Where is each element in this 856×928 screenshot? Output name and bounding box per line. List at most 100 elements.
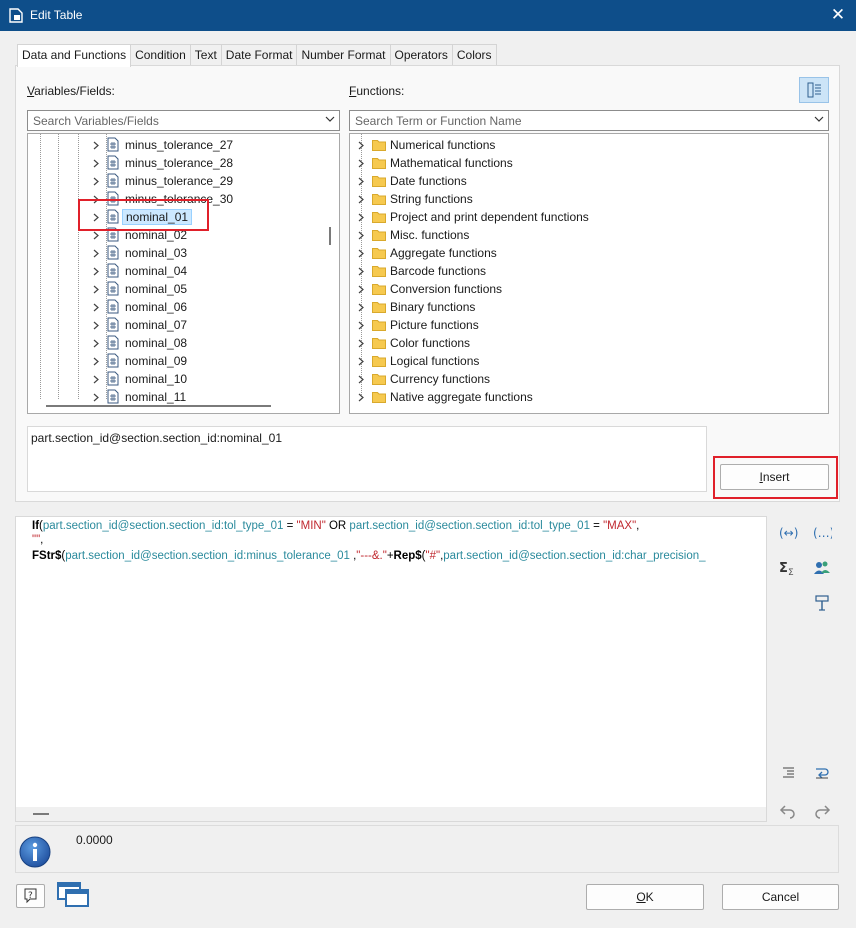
title-bar: Edit Table ✕ [0, 0, 856, 31]
field-document-icon [107, 299, 119, 314]
function-category-label: String functions [390, 192, 473, 206]
horizontal-scrollbar[interactable] [46, 405, 271, 407]
functions-search-input[interactable]: Search Term or Function Name [349, 110, 829, 131]
variable-item-label: nominal_05 [125, 282, 188, 296]
preview-field: part.section_id@section.section_id:nomin… [27, 426, 707, 492]
app-icon [9, 8, 23, 23]
chevron-right-icon[interactable] [358, 285, 365, 294]
function-category-label: Barcode functions [390, 264, 487, 278]
chevron-down-icon[interactable] [814, 114, 824, 124]
tab-date-format[interactable]: Date Format [220, 44, 298, 66]
cancel-button[interactable]: Cancel [722, 884, 839, 910]
help-button[interactable]: ? [16, 884, 45, 908]
tab-colors[interactable]: Colors [451, 44, 497, 66]
chevron-right-icon[interactable] [358, 375, 365, 384]
chevron-right-icon[interactable] [358, 267, 365, 276]
folder-icon [372, 248, 386, 259]
code-line-2: "", [32, 534, 44, 546]
tab-text[interactable]: Text [189, 44, 222, 66]
redo-icon[interactable] [812, 800, 832, 820]
svg-text:Σ: Σ [788, 568, 794, 578]
function-category-label: Misc. functions [390, 228, 470, 242]
tab-number-format[interactable]: Number Format [296, 44, 391, 66]
folder-icon [372, 176, 386, 187]
chevron-right-icon[interactable] [358, 231, 365, 240]
folder-icon [372, 266, 386, 277]
chevron-right-icon[interactable] [358, 303, 365, 312]
wrap-lines-icon[interactable] [812, 763, 832, 783]
insert-parentheses-icon[interactable]: (↔) [778, 523, 798, 543]
tab-operators[interactable]: Operators [389, 44, 453, 66]
chevron-right-icon[interactable] [358, 393, 365, 402]
field-document-icon [107, 317, 119, 332]
undo-icon[interactable] [778, 800, 798, 820]
svg-text:?: ? [28, 891, 33, 901]
help-icon: ? [24, 888, 37, 904]
field-document-icon [107, 173, 119, 188]
chevron-right-icon[interactable] [358, 213, 365, 222]
chevron-right-icon[interactable] [358, 141, 365, 150]
field-document-icon [107, 137, 119, 152]
tab-data-and-functions[interactable]: Data and Functions [17, 44, 132, 67]
variable-item-label: nominal_08 [125, 336, 188, 350]
vertical-scrollbar[interactable] [329, 227, 331, 245]
function-category-label: Numerical functions [390, 138, 496, 152]
format-tool-icon[interactable] [812, 593, 832, 613]
svg-text:Σ: Σ [779, 561, 788, 576]
variable-item-label: minus_tolerance_29 [125, 174, 234, 188]
chevron-right-icon[interactable] [93, 177, 100, 186]
field-document-icon [107, 281, 119, 296]
indent-icon[interactable] [778, 763, 798, 783]
chevron-right-icon[interactable] [93, 321, 100, 330]
chevron-right-icon[interactable] [358, 195, 365, 204]
variable-item-label: nominal_03 [125, 246, 188, 260]
chevron-right-icon[interactable] [93, 303, 100, 312]
function-category-label: Date functions [390, 174, 467, 188]
chevron-right-icon[interactable] [93, 357, 100, 366]
variable-item-label: nominal_04 [125, 264, 188, 278]
folder-icon [372, 140, 386, 151]
chevron-right-icon[interactable] [93, 375, 100, 384]
chevron-right-icon[interactable] [358, 177, 365, 186]
editor-horizontal-scrollbar[interactable] [16, 807, 766, 821]
variables-search-input[interactable]: Search Variables/Fields [27, 110, 340, 131]
folder-icon [372, 158, 386, 169]
functions-tree[interactable]: Numerical functions Mathematical function… [349, 133, 829, 414]
chevron-right-icon[interactable] [358, 249, 365, 258]
chevron-right-icon[interactable] [358, 339, 365, 348]
sum-aggregate-icon[interactable]: Σ Σ [778, 558, 798, 578]
chevron-right-icon[interactable] [358, 357, 365, 366]
chevron-right-icon[interactable] [93, 393, 100, 402]
field-document-icon [107, 263, 119, 278]
users-group-icon[interactable] [812, 558, 832, 578]
chevron-down-icon[interactable] [325, 114, 335, 124]
windows-icon[interactable] [55, 880, 91, 910]
chevron-right-icon[interactable] [93, 159, 100, 168]
view-toggle-button[interactable] [799, 77, 829, 103]
ok-button[interactable]: OK [586, 884, 704, 910]
chevron-right-icon[interactable] [358, 321, 365, 330]
chevron-right-icon[interactable] [93, 267, 100, 276]
tab-condition[interactable]: Condition [130, 44, 191, 66]
function-category-label: Currency functions [390, 372, 491, 386]
field-document-icon [107, 155, 119, 170]
folder-icon [372, 230, 386, 241]
chevron-right-icon[interactable] [93, 249, 100, 258]
code-line-1: If(part.section_id@section.section_id:to… [32, 520, 640, 532]
field-document-icon [107, 371, 119, 386]
chevron-right-icon[interactable] [93, 141, 100, 150]
insert-placeholder-icon[interactable]: (…) [812, 523, 832, 543]
insert-button[interactable]: Insert [720, 464, 829, 490]
field-document-icon [107, 353, 119, 368]
expression-editor[interactable]: If(part.section_id@section.section_id:to… [15, 516, 767, 822]
chevron-right-icon[interactable] [93, 231, 100, 240]
chevron-right-icon[interactable] [93, 285, 100, 294]
field-document-icon [107, 245, 119, 260]
variables-tree[interactable]: minus_tolerance_27 minus_tolerance_28 minu… [27, 133, 340, 414]
close-icon[interactable]: ✕ [829, 6, 847, 24]
chevron-right-icon[interactable] [358, 159, 365, 168]
folder-icon [372, 374, 386, 385]
function-category-label: Conversion functions [390, 282, 503, 296]
chevron-right-icon[interactable] [93, 339, 100, 348]
folder-icon [372, 338, 386, 349]
